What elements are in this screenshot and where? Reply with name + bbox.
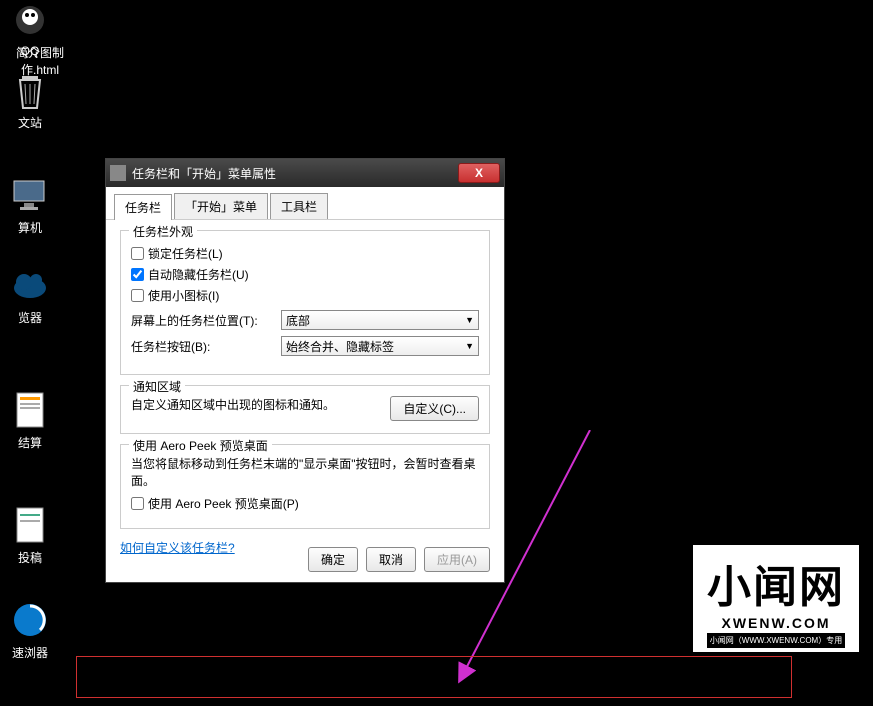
label-lock-taskbar: 锁定任务栏(L) <box>148 245 223 262</box>
ok-button[interactable]: 确定 <box>308 547 358 572</box>
recycle-bin-icon <box>10 70 50 110</box>
cloud-icon <box>10 265 50 305</box>
checkbox-small-icons[interactable] <box>131 289 144 302</box>
notification-desc: 自定义通知区域中出现的图标和通知。 <box>131 396 335 413</box>
label-buttons: 任务栏按钮(B): <box>131 338 281 355</box>
close-button[interactable]: X <box>458 163 500 183</box>
apply-button[interactable]: 应用(A) <box>424 547 490 572</box>
file-icon <box>10 390 50 430</box>
desktop-icon-computer[interactable]: 算机 <box>0 175 60 236</box>
desktop-icon-post[interactable]: 投稿 <box>0 505 60 566</box>
html-file-icon <box>20 0 60 40</box>
group-notification: 通知区域 自定义通知区域中出现的图标和通知。 自定义(C)... <box>120 385 490 434</box>
titlebar[interactable]: 任务栏和「开始」菜单属性 X <box>106 159 504 187</box>
tab-toolbars[interactable]: 工具栏 <box>270 193 328 219</box>
doc-icon <box>10 505 50 545</box>
chevron-down-icon: ▼ <box>465 315 474 325</box>
group-appearance: 任务栏外观 锁定任务栏(L) 自动隐藏任务栏(U) 使用小图标(I) 屏幕上的任… <box>120 230 490 375</box>
cancel-button[interactable]: 取消 <box>366 547 416 572</box>
desktop-icon-browser[interactable]: 览器 <box>0 265 60 326</box>
label-position: 屏幕上的任务栏位置(T): <box>131 312 281 329</box>
watermark-footer: 小闻网（WWW.XWENW.COM）专用 <box>707 633 845 648</box>
group-notification-title: 通知区域 <box>129 378 185 395</box>
browser-icon <box>10 600 50 640</box>
taskbar-properties-dialog: 任务栏和「开始」菜单属性 X 任务栏 「开始」菜单 工具栏 任务栏外观 锁定任务… <box>105 158 505 583</box>
tab-start-menu[interactable]: 「开始」菜单 <box>174 193 268 219</box>
label-aero-peek: 使用 Aero Peek 预览桌面(P) <box>148 495 299 512</box>
checkbox-autohide[interactable] <box>131 268 144 281</box>
select-buttons[interactable]: 始终合并、隐藏标签▼ <box>281 336 479 356</box>
annotation-highlight-box <box>76 656 792 698</box>
computer-icon <box>10 175 50 215</box>
desktop-icon-fastbrowser[interactable]: 速浏器 <box>0 600 60 661</box>
desktop-icon-recycle[interactable]: 文站 <box>0 70 60 131</box>
label-small-icons: 使用小图标(I) <box>148 287 219 304</box>
desktop-icon-html[interactable]: 简介图制作.html <box>0 0 80 78</box>
group-aero-peek: 使用 Aero Peek 预览桌面 当您将鼠标移动到任务栏末端的"显示桌面"按钮… <box>120 444 490 529</box>
checkbox-lock-taskbar[interactable] <box>131 247 144 260</box>
chevron-down-icon: ▼ <box>465 341 474 351</box>
tab-panel: 任务栏外观 锁定任务栏(L) 自动隐藏任务栏(U) 使用小图标(I) 屏幕上的任… <box>106 220 504 566</box>
select-position[interactable]: 底部▼ <box>281 310 479 330</box>
help-link[interactable]: 如何自定义该任务栏? <box>120 541 235 555</box>
dialog-buttons: 确定 取消 应用(A) <box>308 547 490 572</box>
desktop-icon-calc[interactable]: 结算 <box>0 390 60 451</box>
label-autohide: 自动隐藏任务栏(U) <box>148 266 249 283</box>
checkbox-aero-peek[interactable] <box>131 497 144 510</box>
watermark-title: 小闻网 <box>707 551 845 615</box>
aero-peek-desc: 当您将鼠标移动到任务栏末端的"显示桌面"按钮时，会暂时查看桌面。 <box>131 455 479 489</box>
watermark: 小闻网 XWENW.COM 小闻网（WWW.XWENW.COM）专用 <box>689 541 863 656</box>
tab-taskbar[interactable]: 任务栏 <box>114 194 172 220</box>
group-appearance-title: 任务栏外观 <box>129 223 197 240</box>
window-icon <box>110 165 126 181</box>
window-title: 任务栏和「开始」菜单属性 <box>132 165 276 182</box>
customize-button[interactable]: 自定义(C)... <box>390 396 479 421</box>
group-aero-peek-title: 使用 Aero Peek 预览桌面 <box>129 437 272 454</box>
tab-strip: 任务栏 「开始」菜单 工具栏 <box>106 187 504 220</box>
close-icon: X <box>475 166 483 180</box>
watermark-url: XWENW.COM <box>707 615 845 631</box>
